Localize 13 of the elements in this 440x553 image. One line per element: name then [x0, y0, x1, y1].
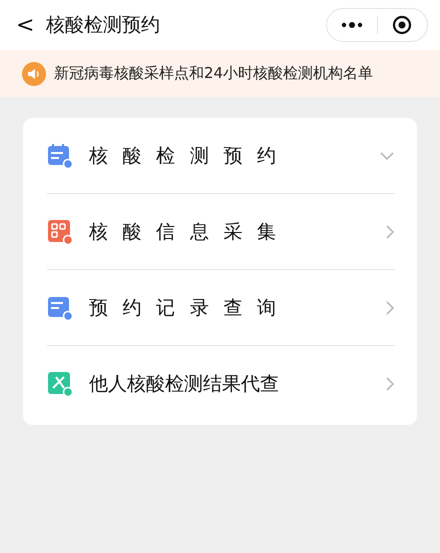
close-icon[interactable]: [392, 15, 412, 35]
page-title: 核酸检测预约: [46, 13, 161, 38]
chevron-right-icon[interactable]: [385, 300, 395, 316]
chevron-right-icon[interactable]: [385, 376, 395, 392]
menu-item[interactable]: 他人核酸检测结果代查: [89, 370, 369, 396]
menu-item[interactable]: 核 酸 信 息 采 集: [89, 218, 369, 244]
chevron-right-icon[interactable]: [385, 224, 395, 240]
more-icon[interactable]: [340, 22, 363, 28]
back-button[interactable]: <: [16, 12, 46, 38]
speaker-icon: [22, 62, 46, 86]
menu-item[interactable]: 核 酸 检 测 预 约: [89, 142, 363, 168]
chevron-down-icon[interactable]: [379, 150, 395, 160]
menu-item[interactable]: 预 约 记 录 查 询: [89, 294, 369, 320]
